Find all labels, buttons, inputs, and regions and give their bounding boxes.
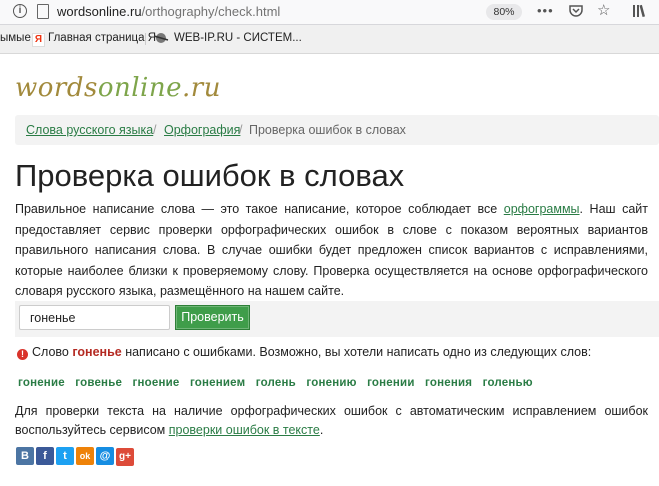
breadcrumb-current: Проверка ошибок в словах	[249, 123, 406, 137]
suggestion-word[interactable]: гонении	[367, 377, 415, 389]
yandex-icon: Я	[32, 33, 45, 47]
suggestion-word[interactable]: гонением	[190, 377, 245, 389]
suggestion-word[interactable]: гонение	[18, 377, 65, 389]
page-icon	[37, 4, 49, 19]
url-domain: wordsonline.ru	[57, 4, 142, 19]
web-ip-icon	[153, 33, 169, 43]
logo-part-words: words	[15, 73, 98, 103]
exclamation-circle-icon: !	[17, 349, 28, 360]
bookmark-item[interactable]: ымые	[0, 32, 31, 44]
bookmark-star-icon[interactable]: ☆	[597, 2, 610, 20]
bookmark-divider	[145, 33, 146, 45]
footer-text-before: Для проверки текста на наличие орфографи…	[15, 404, 648, 437]
bookmark-item-web-ip[interactable]: WEB-IP.RU - СИСТЕМ...	[174, 32, 302, 44]
google-plus-icon[interactable]: g+	[116, 448, 134, 466]
text-check-paragraph: Для проверки текста на наличие орфографи…	[15, 402, 648, 440]
facebook-icon[interactable]: f	[36, 447, 54, 465]
orthograms-link[interactable]: орфограммы	[504, 202, 580, 216]
misspelled-word: гоненье	[72, 345, 122, 359]
text-check-link[interactable]: проверки ошибок в тексте	[169, 423, 320, 437]
suggestion-word[interactable]: гонению	[306, 377, 356, 389]
logo-part-ru: .ru	[182, 73, 221, 103]
bookmarks-toolbar: ымые Я Главная страница Я... WEB-IP.RU -…	[0, 25, 659, 54]
check-result-message: ! Слово гоненье написано с ошибками. Возм…	[17, 345, 591, 360]
zoom-level-badge[interactable]: 80%	[486, 4, 522, 20]
check-button[interactable]: Проверить	[175, 305, 250, 330]
intro-text-before: Правильное написание слова — это такое н…	[15, 202, 504, 216]
suggestion-word[interactable]: гноение	[133, 377, 180, 389]
breadcrumb-separator: /	[239, 123, 243, 137]
suggestion-word[interactable]: гонения	[425, 377, 472, 389]
logo-part-online: online	[97, 73, 182, 103]
suggestion-word[interactable]: говенье	[75, 377, 122, 389]
url-field[interactable]: wordsonline.ru/orthography/check.html	[57, 4, 280, 19]
mail-icon[interactable]: @	[96, 447, 114, 465]
site-logo[interactable]: wordsonline.ru	[15, 73, 221, 103]
page-actions-more-icon[interactable]: •••	[537, 4, 554, 18]
twitter-icon[interactable]: t	[56, 447, 74, 465]
bookmark-item-yandex[interactable]: Главная страница Я...	[48, 32, 166, 44]
library-icon[interactable]	[632, 3, 648, 19]
suggestion-list: гонение говенье гноение гонением голень …	[18, 373, 539, 391]
page-title: Проверка ошибок в словах	[15, 158, 405, 193]
suggestion-word[interactable]: голень	[256, 377, 296, 389]
intro-text-after: . Наш сайт предоставляет сервис проверки…	[15, 202, 648, 298]
breadcrumb: Слова русского языка / Орфография / Пров…	[15, 115, 659, 145]
intro-paragraph: Правильное написание слова — это такое н…	[15, 199, 648, 302]
odnoklassniki-icon[interactable]: ok	[76, 447, 94, 465]
info-icon[interactable]: i	[13, 4, 27, 18]
browser-url-bar: i wordsonline.ru/orthography/check.html …	[0, 0, 659, 25]
breadcrumb-separator: /	[153, 123, 157, 137]
footer-text-after: .	[319, 423, 324, 437]
result-prefix: Слово	[32, 345, 73, 359]
word-input[interactable]	[19, 305, 170, 330]
check-form-panel: Проверить	[15, 301, 659, 337]
suggestion-word[interactable]: голенью	[483, 377, 533, 389]
result-suffix: написано с ошибками. Возможно, вы хотели…	[121, 345, 592, 359]
vk-icon[interactable]: В	[16, 447, 34, 465]
breadcrumb-link-russian-words[interactable]: Слова русского языка	[26, 123, 153, 137]
social-share-bar: Вf t ok @ g+	[16, 446, 136, 466]
pocket-icon[interactable]	[569, 5, 583, 17]
breadcrumb-link-orthography[interactable]: Орфография	[164, 123, 240, 137]
url-path: /orthography/check.html	[141, 4, 281, 19]
